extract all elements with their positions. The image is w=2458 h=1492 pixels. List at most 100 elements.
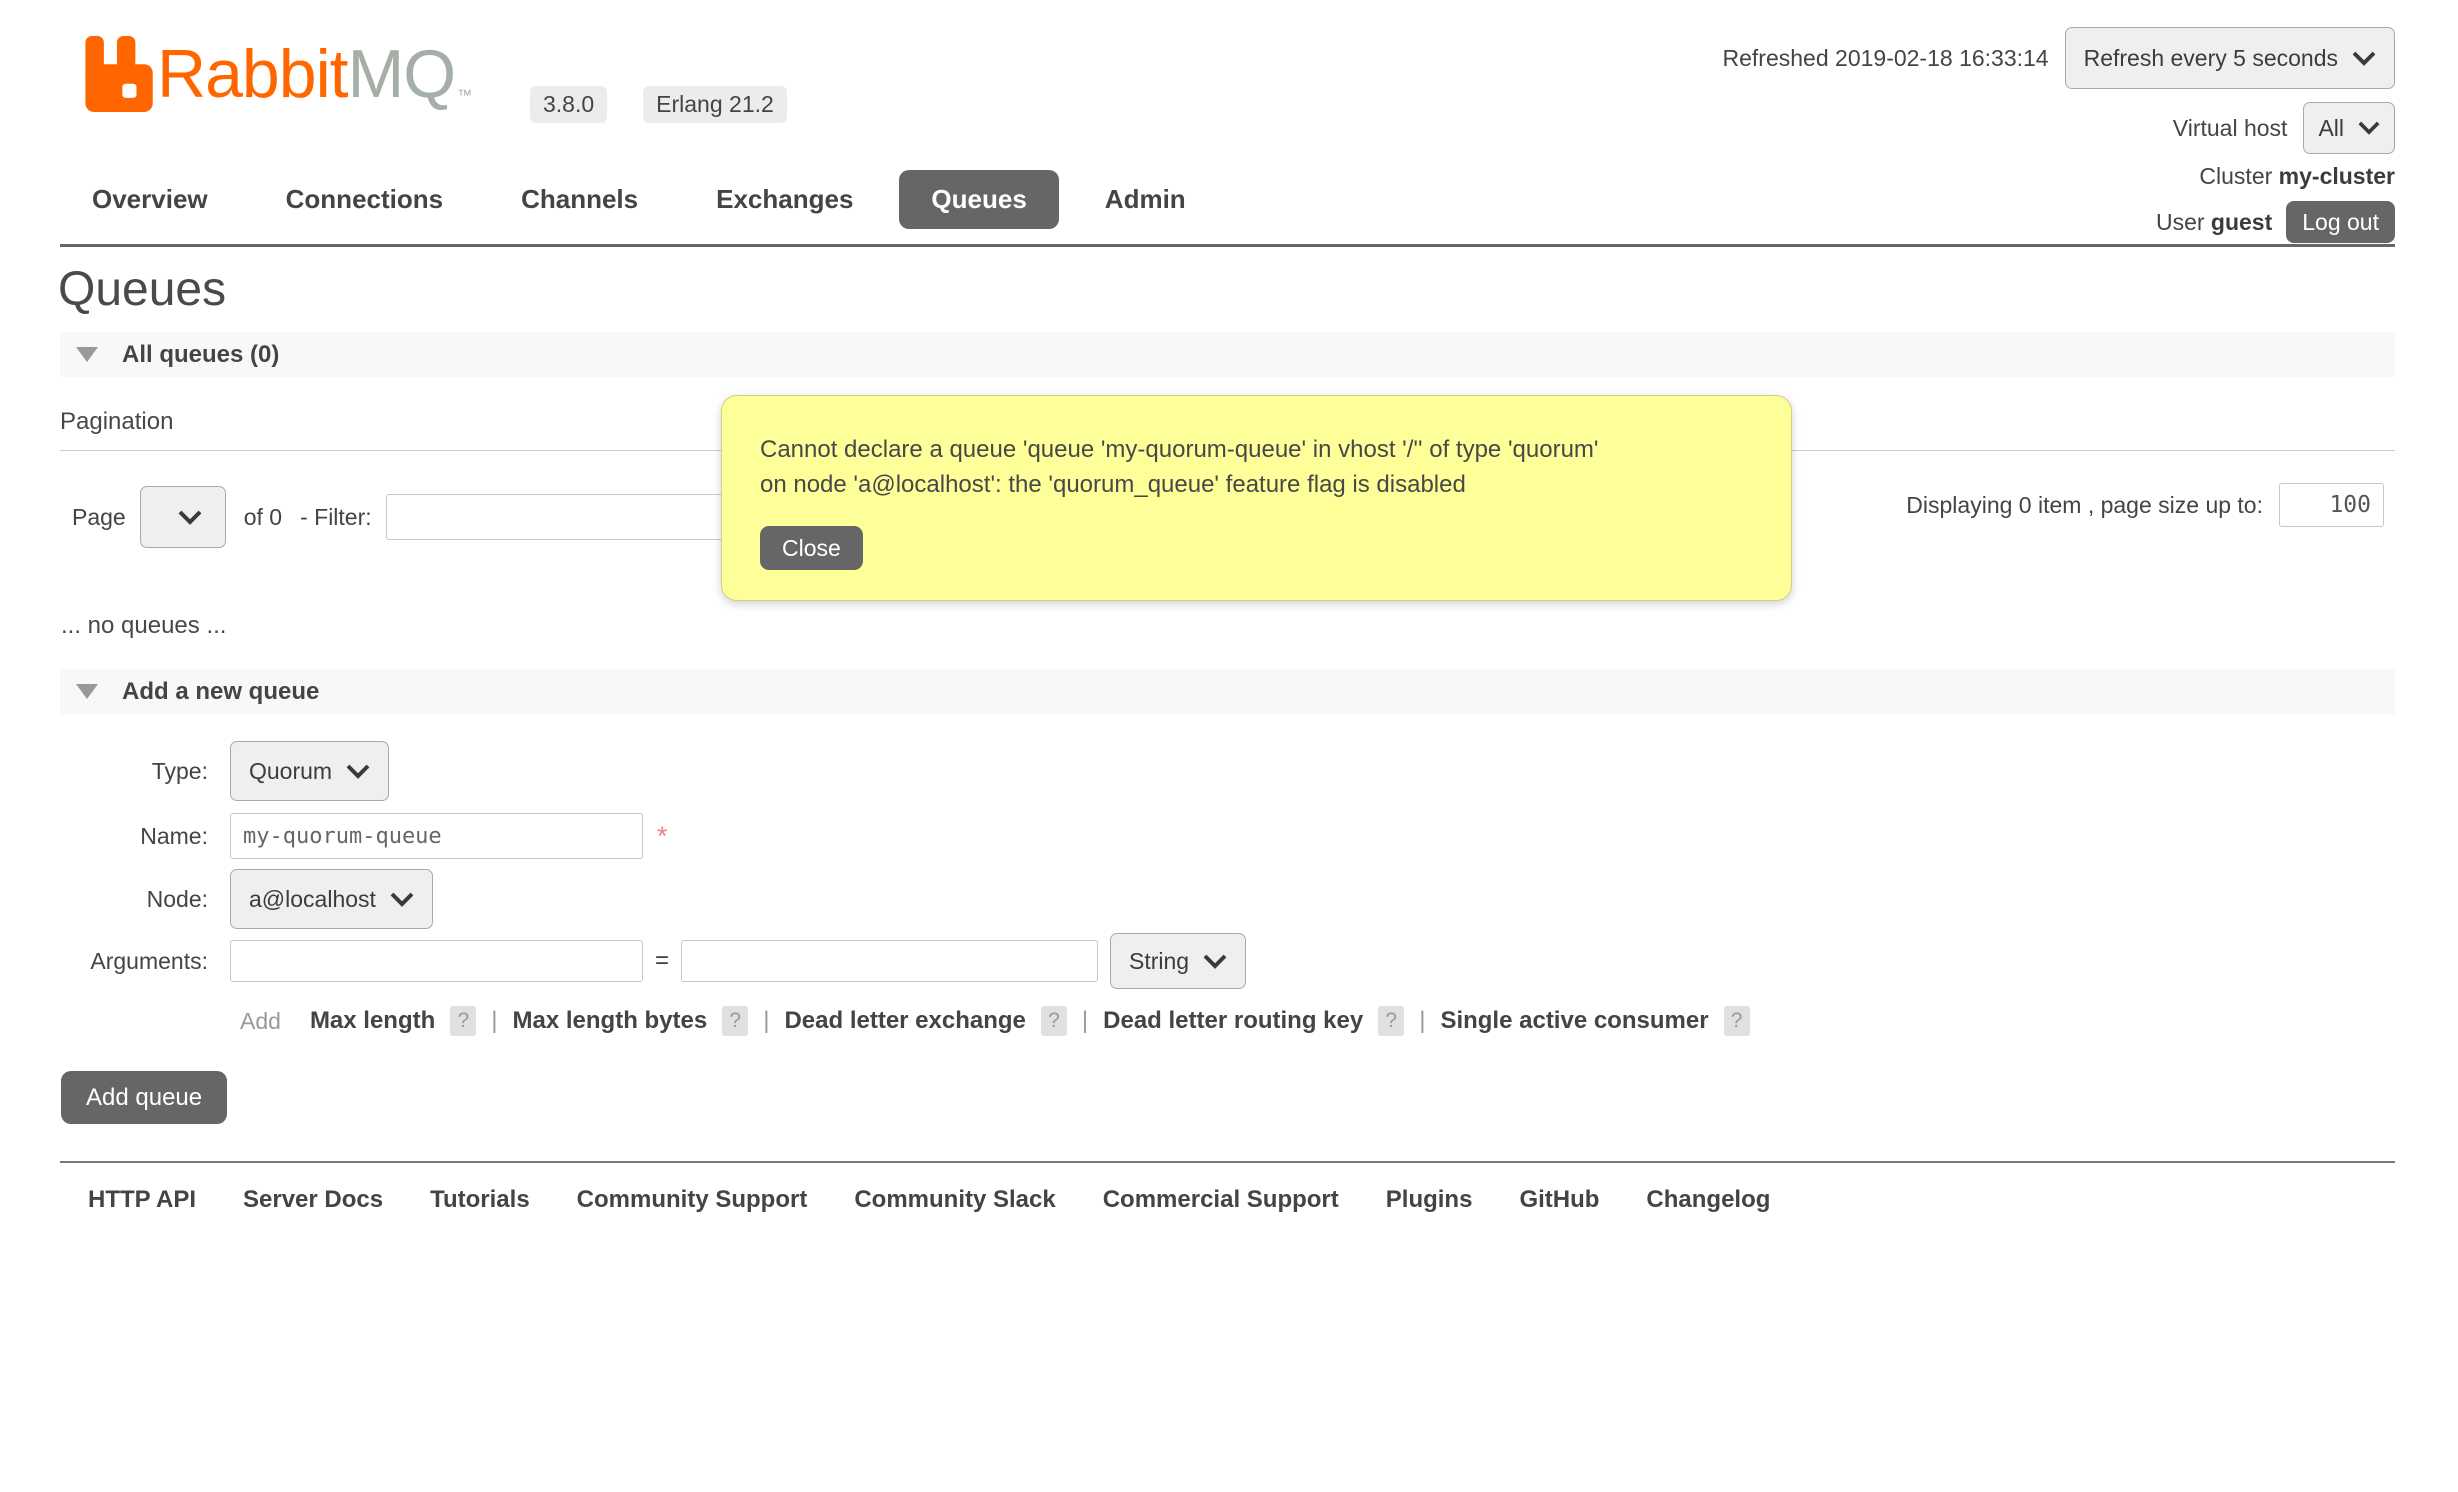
chevron-down-icon xyxy=(1203,954,1227,969)
version-badge: 3.8.0 xyxy=(530,86,607,123)
footer-links: HTTP API Server Docs Tutorials Community… xyxy=(88,1186,1770,1214)
nav-divider xyxy=(60,244,2395,247)
all-queues-section-header[interactable]: All queues (0) xyxy=(60,332,2395,377)
type-label: Type: xyxy=(72,758,208,785)
refresh-controls: Refreshed 2019-02-18 16:33:14 Refresh ev… xyxy=(1723,27,2395,89)
warning-message-line1: Cannot declare a queue 'queue 'my-quorum… xyxy=(760,436,1599,463)
dead-letter-routing-key-link[interactable]: Dead letter routing key xyxy=(1103,1007,1363,1035)
queue-type-select[interactable]: Quorum xyxy=(230,741,389,801)
refresh-interval-value: Refresh every 5 seconds xyxy=(2084,45,2338,72)
chevron-down-icon xyxy=(178,510,202,525)
no-queues-text: ... no queues ... xyxy=(61,612,226,640)
rabbitmq-logo-icon xyxy=(83,36,153,112)
tab-overview[interactable]: Overview xyxy=(92,184,208,215)
add-queue-header-label: Add a new queue xyxy=(122,678,319,706)
max-length-link[interactable]: Max length xyxy=(310,1007,435,1035)
footer-link-tutorials[interactable]: Tutorials xyxy=(430,1186,530,1214)
warning-popup: Cannot declare a queue 'queue 'my-quorum… xyxy=(721,395,1792,601)
page-size-controls: Displaying 0 item , page size up to: xyxy=(1906,483,2384,527)
node-select[interactable]: a@localhost xyxy=(230,869,433,929)
cluster-info: Cluster my-cluster xyxy=(2199,163,2395,190)
tab-queues[interactable]: Queues xyxy=(899,170,1058,229)
node-value: a@localhost xyxy=(249,886,376,913)
argument-shortcut-links: Add Max length ? | Max length bytes ? | … xyxy=(240,1006,1750,1036)
footer-link-github[interactable]: GitHub xyxy=(1519,1186,1599,1214)
required-asterisk: * xyxy=(657,821,668,852)
rabbitmq-logo[interactable]: RabbitMQ ™ xyxy=(83,36,472,112)
cluster-label: Cluster xyxy=(2199,163,2272,189)
argument-key-input[interactable] xyxy=(230,940,643,982)
dead-letter-exchange-link[interactable]: Dead letter exchange xyxy=(784,1007,1025,1035)
page-of-text: of 0 xyxy=(244,504,282,531)
virtual-host-value: All xyxy=(2318,115,2344,142)
name-row: Name: * xyxy=(72,813,1750,859)
node-row: Node: a@localhost xyxy=(72,869,1750,929)
page-size-input[interactable] xyxy=(2279,483,2384,527)
node-label: Node: xyxy=(72,886,208,913)
type-row: Type: Quorum xyxy=(72,741,1750,801)
rabbitmq-management-page: RabbitMQ ™ 3.8.0 Erlang 21.2 Refreshed 2… xyxy=(0,0,2458,1492)
logo-trademark: ™ xyxy=(457,87,472,104)
add-queue-button[interactable]: Add queue xyxy=(61,1071,227,1124)
name-label: Name: xyxy=(72,823,208,850)
page-label: Page xyxy=(72,504,126,531)
tab-channels[interactable]: Channels xyxy=(521,184,638,215)
warning-message-line2: on node 'a@localhost': the 'quorum_queue… xyxy=(760,471,1466,498)
footer-link-plugins[interactable]: Plugins xyxy=(1386,1186,1473,1214)
virtual-host-label: Virtual host xyxy=(2173,115,2288,142)
filter-label: - Filter: xyxy=(300,504,372,531)
argument-value-input[interactable] xyxy=(681,940,1098,982)
single-active-consumer-link[interactable]: Single active consumer xyxy=(1440,1007,1708,1035)
logo-wordmark: RabbitMQ xyxy=(157,36,455,112)
help-icon[interactable]: ? xyxy=(1041,1006,1067,1036)
footer-link-commercial-support[interactable]: Commercial Support xyxy=(1103,1186,1339,1214)
logo-rabbit-text: Rabbit xyxy=(157,36,348,112)
user-label: User xyxy=(2156,209,2205,235)
argument-type-select[interactable]: String xyxy=(1110,933,1246,989)
link-separator: | xyxy=(1419,1007,1425,1035)
virtual-host-select[interactable]: All xyxy=(2303,102,2395,154)
argument-type-value: String xyxy=(1129,948,1189,975)
help-icon[interactable]: ? xyxy=(722,1006,748,1036)
close-button[interactable]: Close xyxy=(760,526,863,570)
queue-type-value: Quorum xyxy=(249,758,332,785)
logo-mq-text: MQ xyxy=(348,36,456,112)
filter-input[interactable] xyxy=(386,494,746,540)
tab-connections[interactable]: Connections xyxy=(286,184,443,215)
footer-link-server-docs[interactable]: Server Docs xyxy=(243,1186,383,1214)
link-separator: | xyxy=(491,1007,497,1035)
refresh-interval-select[interactable]: Refresh every 5 seconds xyxy=(2065,27,2395,89)
page-title: Queues xyxy=(58,262,226,317)
queue-name-input[interactable] xyxy=(230,813,643,859)
user-label-group: User guest xyxy=(2156,209,2272,236)
add-ghost-label: Add xyxy=(240,1008,281,1035)
user-name: guest xyxy=(2211,209,2272,235)
footer-link-http-api[interactable]: HTTP API xyxy=(88,1186,196,1214)
logout-button[interactable]: Log out xyxy=(2286,201,2395,243)
max-length-bytes-link[interactable]: Max length bytes xyxy=(513,1007,708,1035)
footer-divider xyxy=(60,1161,2395,1163)
add-queue-section-header[interactable]: Add a new queue xyxy=(60,669,2395,714)
cluster-name: my-cluster xyxy=(2279,163,2395,189)
all-queues-header-label: All queues (0) xyxy=(122,341,279,369)
chevron-down-icon xyxy=(346,764,370,779)
arguments-label: Arguments: xyxy=(72,948,208,975)
footer-link-changelog[interactable]: Changelog xyxy=(1646,1186,1770,1214)
page-select[interactable] xyxy=(140,486,226,548)
footer-link-community-support[interactable]: Community Support xyxy=(577,1186,808,1214)
chevron-down-icon xyxy=(2358,121,2380,135)
help-icon[interactable]: ? xyxy=(450,1006,476,1036)
tab-admin[interactable]: Admin xyxy=(1105,184,1186,215)
virtual-host-controls: Virtual host All xyxy=(2173,102,2395,154)
version-badges: 3.8.0 Erlang 21.2 xyxy=(530,86,787,123)
collapse-triangle-icon xyxy=(76,684,98,699)
chevron-down-icon xyxy=(2352,51,2376,66)
footer-link-community-slack[interactable]: Community Slack xyxy=(854,1186,1055,1214)
warning-message: Cannot declare a queue 'queue 'my-quorum… xyxy=(760,432,1753,502)
help-icon[interactable]: ? xyxy=(1378,1006,1404,1036)
equals-sign: = xyxy=(655,947,669,975)
collapse-triangle-icon xyxy=(76,347,98,362)
tab-exchanges[interactable]: Exchanges xyxy=(716,184,853,215)
help-icon[interactable]: ? xyxy=(1724,1006,1750,1036)
add-queue-button-wrap: Add queue xyxy=(61,1071,227,1124)
